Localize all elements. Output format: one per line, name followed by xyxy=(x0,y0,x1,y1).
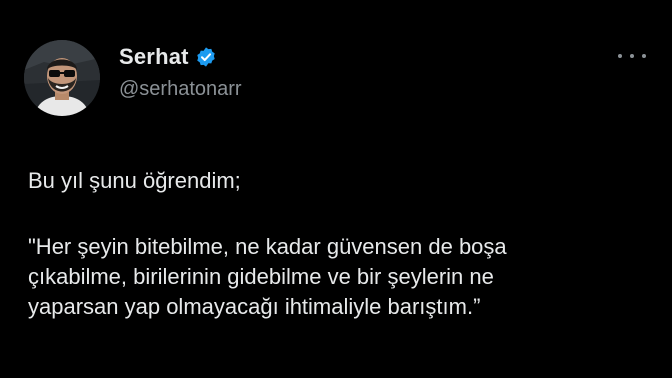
avatar[interactable] xyxy=(24,40,100,116)
more-dot xyxy=(642,54,646,58)
more-icon[interactable] xyxy=(618,48,646,64)
tweet-line: çıkabilme, birilerinin gidebilme ve bir … xyxy=(28,264,494,289)
tweet-line: "Her şeyin bitebilme, ne kadar güvensen … xyxy=(28,234,507,259)
tweet-paragraph-2: "Her şeyin bitebilme, ne kadar güvensen … xyxy=(28,232,652,322)
tweet-text: Bu yıl şunu öğrendim; "Her şeyin bitebil… xyxy=(28,166,652,322)
tweet-header: Serhat @serhatonarr xyxy=(24,36,652,116)
tweet-paragraph-1: Bu yıl şunu öğrendim; xyxy=(28,168,241,193)
more-dot xyxy=(618,54,622,58)
avatar-photo xyxy=(24,40,100,116)
display-name[interactable]: Serhat xyxy=(119,44,189,70)
user-names: Serhat @serhatonarr xyxy=(119,42,242,101)
verified-badge-icon xyxy=(195,46,217,68)
tweet-line: yaparsan yap olmayacağı ihtimaliyle barı… xyxy=(28,294,481,319)
more-dot xyxy=(630,54,634,58)
name-row: Serhat xyxy=(119,42,242,72)
user-handle[interactable]: @serhatonarr xyxy=(119,78,242,101)
tweet-card: Serhat @serhatonarr Bu yıl şunu öğrendim… xyxy=(0,0,672,378)
